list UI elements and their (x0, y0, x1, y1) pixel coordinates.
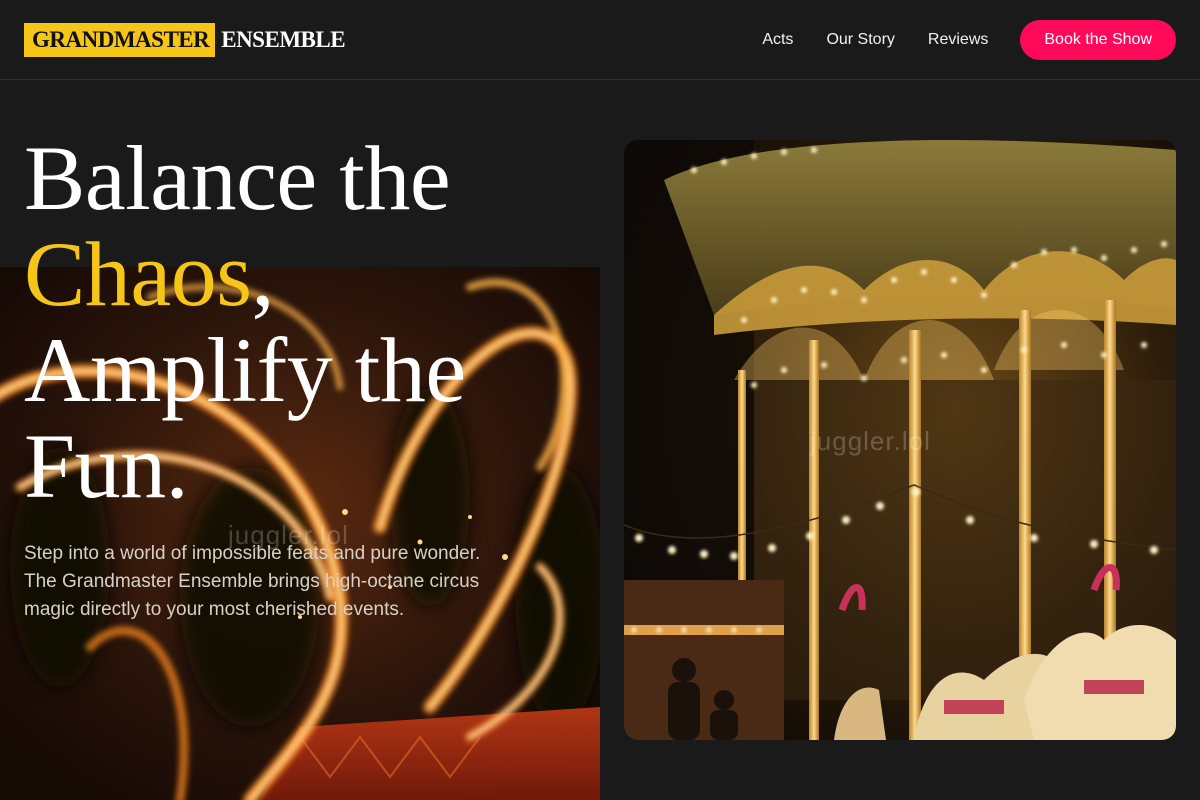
logo-text: ENSEMBLE (221, 27, 346, 52)
hero-title-line1: Balance the (24, 127, 451, 229)
hero-title-line4: Fun. (24, 415, 189, 517)
site-header: GRANDMASTER ENSEMBLE Acts Our Story Revi… (0, 0, 1200, 80)
book-show-button[interactable]: Book the Show (1020, 20, 1176, 60)
hero-title-line3: Amplify the (24, 319, 466, 421)
nav-link-our-story[interactable]: Our Story (826, 31, 894, 49)
hero-section: Balance the Chaos, Amplify the Fun. Step in… (24, 130, 584, 624)
nav-link-acts[interactable]: Acts (762, 31, 793, 49)
hero-title: Balance the Chaos, Amplify the Fun. (24, 130, 584, 514)
main-nav: Acts Our Story Reviews Book the Show (762, 20, 1176, 60)
carousel-illustration (624, 140, 1176, 740)
hero-subtitle: Step into a world of impossible feats an… (24, 543, 481, 620)
nav-link-reviews[interactable]: Reviews (928, 31, 988, 49)
brand-logo[interactable]: GRANDMASTER ENSEMBLE (24, 23, 346, 57)
carousel-image (624, 140, 1176, 740)
hero-title-comma: , (251, 223, 275, 325)
logo-mark: GRANDMASTER (24, 23, 216, 57)
hero-title-accent: Chaos (24, 223, 252, 325)
